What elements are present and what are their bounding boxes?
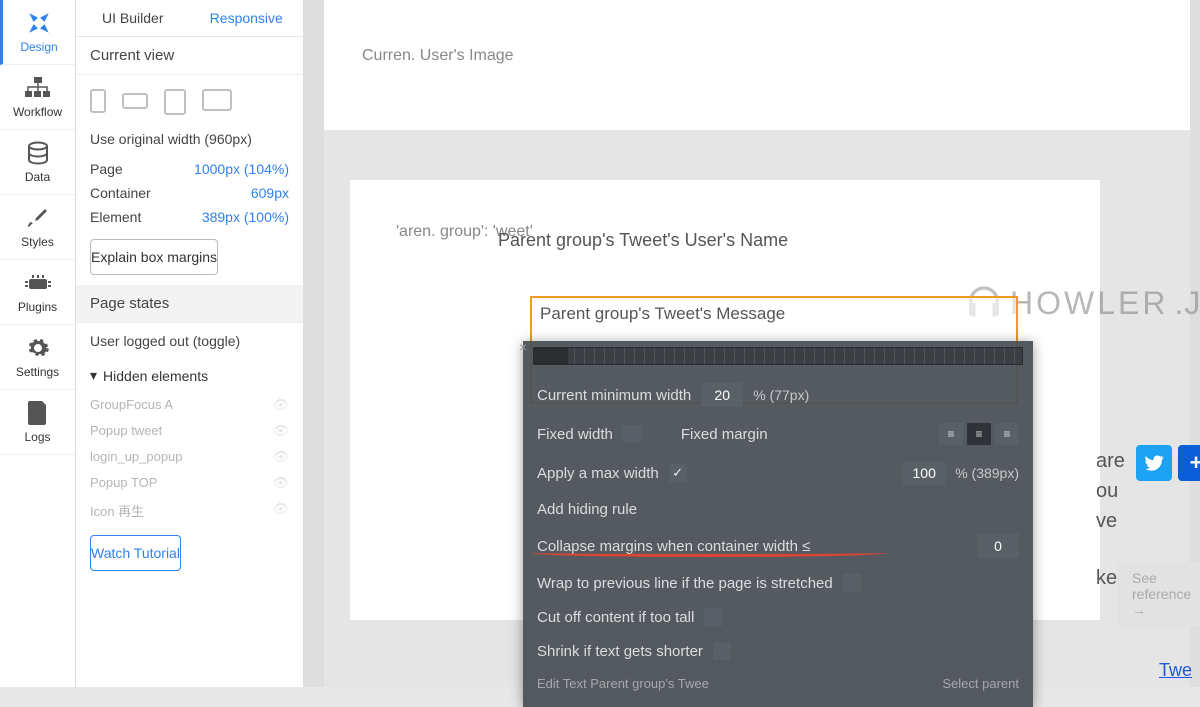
hidden-elements-header[interactable]: ▾Hidden elements <box>76 359 303 392</box>
hidden-elements-list: GroupFocus A👁 Popup tweet👁 login_up_popu… <box>76 392 303 525</box>
share-plus-icon[interactable]: + <box>1178 445 1200 481</box>
eye-icon[interactable]: 👁 <box>272 475 289 491</box>
prop-add-hiding[interactable]: Add hiding rule <box>523 493 1033 526</box>
data-icon <box>24 140 52 166</box>
dim-value[interactable]: 609px <box>251 185 289 201</box>
dim-value[interactable]: 389px (100%) <box>202 209 289 225</box>
dim-label: Container <box>90 185 151 201</box>
cutoff-checkbox[interactable] <box>704 608 722 626</box>
viewport-phone[interactable] <box>90 89 106 113</box>
prop-collapse-margins: Collapse margins when container width ≤ <box>523 526 1033 566</box>
nav-rail: Design Workflow Data Styles Plugins Sett… <box>0 0 76 687</box>
plugins-icon <box>24 270 52 296</box>
hidden-item[interactable]: Popup tweet👁 <box>90 418 289 444</box>
nav-label: Plugins <box>18 300 57 314</box>
prop-min-width: Current minimum width % (77px) <box>523 375 1033 415</box>
explain-margins-button[interactable]: Explain box margins <box>90 239 218 275</box>
align-right-icon[interactable]: ≡ <box>995 423 1019 445</box>
nav-workflow[interactable]: Workflow <box>0 65 75 130</box>
max-width-input[interactable] <box>903 461 945 485</box>
prop-max-width: Apply a max width ✓ % (389px) <box>523 453 1033 493</box>
prop-footer: Edit Text Parent group's Twee Select par… <box>523 668 1033 699</box>
panel-tabs: UI Builder Responsive <box>76 0 303 37</box>
state-logged-out[interactable]: User logged out (toggle) <box>76 323 303 359</box>
watch-tutorial-button[interactable]: Watch Tutorial <box>90 535 181 571</box>
clipped-text: ou <box>1096 480 1118 503</box>
align-center-icon[interactable]: ≡ <box>967 423 991 445</box>
clipped-text: ke <box>1096 567 1117 590</box>
side-panel: UI Builder Responsive Current view Use o… <box>76 0 304 687</box>
tweet-user-name[interactable]: Parent group's Tweet's User's Name <box>498 230 788 251</box>
workflow-icon <box>24 75 52 101</box>
fixed-width-checkbox[interactable] <box>623 425 641 443</box>
prop-shrink: Shrink if text gets shorter <box>523 634 1033 668</box>
tweet-link[interactable]: Twe <box>1159 660 1192 681</box>
hidden-item[interactable]: GroupFocus A👁 <box>90 392 289 418</box>
nav-label: Logs <box>24 430 50 444</box>
nav-label: Workflow <box>13 105 62 119</box>
nav-plugins[interactable]: Plugins <box>0 260 75 325</box>
nav-data[interactable]: Data <box>0 130 75 195</box>
align-left-icon[interactable]: ≡ <box>939 423 963 445</box>
styles-icon <box>24 205 52 231</box>
nav-logs[interactable]: Logs <box>0 390 75 455</box>
twitter-icon[interactable] <box>1136 445 1172 481</box>
current-user-image-placeholder[interactable]: Curren. User's Image <box>362 46 514 67</box>
min-width-input[interactable] <box>701 383 743 407</box>
collapse-width-input[interactable] <box>977 534 1019 558</box>
eye-icon[interactable]: 👁 <box>272 501 289 520</box>
responsive-property-panel[interactable]: × Current minimum width % (77px) Fixed w… <box>523 341 1033 707</box>
max-width-checkbox[interactable]: ✓ <box>669 464 687 482</box>
hidden-item[interactable]: Popup TOP👁 <box>90 470 289 496</box>
nav-styles[interactable]: Styles <box>0 195 75 260</box>
shrink-checkbox[interactable] <box>713 642 731 660</box>
wrap-checkbox[interactable] <box>843 574 861 592</box>
tweet-message-text: Parent group's Tweet's Message <box>540 304 785 323</box>
tab-responsive[interactable]: Responsive <box>190 0 304 36</box>
nav-settings[interactable]: Settings <box>0 325 75 390</box>
nav-label: Settings <box>16 365 59 379</box>
nav-label: Data <box>25 170 50 184</box>
design-icon <box>25 10 53 36</box>
page-states-header: Page states <box>76 285 303 323</box>
original-width[interactable]: Use original width (960px) <box>76 123 303 157</box>
logs-icon <box>24 400 52 426</box>
nav-label: Styles <box>21 235 54 249</box>
hidden-item[interactable]: login_up_popup👁 <box>90 444 289 470</box>
eye-icon[interactable]: 👁 <box>272 397 289 413</box>
eye-icon[interactable]: 👁 <box>272 449 289 465</box>
viewport-presets <box>76 75 303 123</box>
dim-element: Element 389px (100%) <box>76 205 303 229</box>
dim-container: Container 609px <box>76 181 303 205</box>
margin-align-group: ≡ ≡ ≡ <box>939 423 1019 445</box>
gear-icon <box>24 335 52 361</box>
dim-page: Page 1000px (104%) <box>76 157 303 181</box>
current-view-header: Current view <box>76 37 303 75</box>
caret-down-icon: ▾ <box>90 367 97 384</box>
eye-icon[interactable]: 👁 <box>272 423 289 439</box>
nav-label: Design <box>20 40 57 54</box>
prop-cutoff: Cut off content if too tall <box>523 600 1033 634</box>
prop-fixed-width: Fixed width Fixed margin ≡ ≡ ≡ <box>523 415 1033 453</box>
viewport-desktop[interactable] <box>202 89 232 111</box>
see-reference-button[interactable]: See reference → <box>1118 562 1200 626</box>
nav-design[interactable]: Design <box>0 0 75 65</box>
clipped-text: ve <box>1096 510 1117 533</box>
tab-ui-builder[interactable]: UI Builder <box>76 0 190 36</box>
viewport-phone-landscape[interactable] <box>122 93 148 109</box>
hidden-item[interactable]: Icon 再生👁 <box>90 496 289 525</box>
dim-label: Element <box>90 209 141 225</box>
prop-wrap: Wrap to previous line if the page is str… <box>523 566 1033 600</box>
clipped-text: are <box>1096 450 1125 473</box>
width-ruler[interactable] <box>533 347 1023 365</box>
viewport-tablet[interactable] <box>164 89 186 115</box>
dim-label: Page <box>90 161 123 177</box>
dim-value[interactable]: 1000px (104%) <box>194 161 289 177</box>
